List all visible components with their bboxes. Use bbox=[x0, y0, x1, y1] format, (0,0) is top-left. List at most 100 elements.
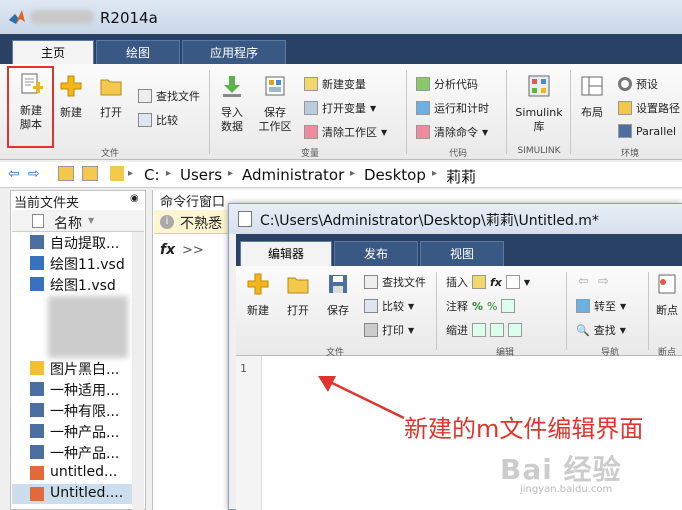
preferences-button[interactable]: 预设 bbox=[618, 76, 658, 92]
compare-button[interactable]: 比较 bbox=[138, 112, 178, 128]
breakpoint-button[interactable]: 断点 bbox=[652, 272, 682, 318]
folder-icon bbox=[618, 101, 632, 115]
save-ws-label-1: 保存 bbox=[264, 106, 286, 119]
run-time-button[interactable]: 运行和计时 bbox=[416, 100, 489, 116]
path-segment[interactable]: Users bbox=[180, 166, 222, 184]
editor-new-button[interactable]: 新建 bbox=[242, 272, 274, 318]
parallel-label: Parallel bbox=[636, 124, 677, 138]
group-divider bbox=[406, 70, 407, 154]
group-divider bbox=[436, 272, 437, 350]
forward-arrow-icon[interactable]: ⇨ bbox=[598, 274, 609, 289]
new-variable-icon bbox=[304, 77, 318, 91]
path-segment[interactable]: Desktop bbox=[364, 166, 426, 184]
set-path-button[interactable]: 设置路径 bbox=[618, 100, 680, 116]
goto-icon bbox=[576, 299, 590, 313]
back-arrow-icon[interactable]: ⇦ bbox=[8, 166, 20, 182]
editor-find-files-button[interactable]: 查找文件 bbox=[364, 274, 426, 290]
compare-label: 比较 bbox=[156, 114, 178, 127]
list-item[interactable]: 一种产品... bbox=[50, 422, 150, 442]
editor-save-button[interactable]: 保存 bbox=[322, 272, 354, 318]
clear-commands-label: 清除命令 bbox=[434, 126, 478, 139]
import-data-button[interactable]: 导入 数据 bbox=[216, 74, 248, 134]
open-variable-button[interactable]: 打开变量 ▼ bbox=[304, 100, 376, 116]
tab-home[interactable]: 主页 bbox=[12, 40, 94, 64]
command-prompt[interactable]: >> bbox=[182, 243, 204, 258]
clear-commands-button[interactable]: 清除命令 ▼ bbox=[416, 124, 488, 140]
back-arrow-icon[interactable]: ⇦ bbox=[578, 274, 589, 289]
panel-menu-icon[interactable]: ◉ bbox=[130, 193, 139, 204]
wrap-icon bbox=[501, 299, 516, 313]
list-item[interactable]: 图片黑白... bbox=[50, 359, 150, 379]
list-item[interactable]: 一种产品... bbox=[50, 443, 150, 463]
import-icon bbox=[223, 76, 241, 97]
forward-arrow-icon[interactable]: ⇨ bbox=[28, 166, 40, 182]
indent-label: 缩进 bbox=[446, 324, 468, 337]
list-item[interactable]: untitled... bbox=[50, 464, 150, 480]
path-segment[interactable]: Administrator bbox=[242, 166, 344, 184]
printer-icon bbox=[364, 323, 378, 337]
list-item[interactable]: 自动提取... bbox=[50, 233, 150, 253]
tab-plots[interactable]: 绘图 bbox=[96, 40, 180, 64]
info-icon: i bbox=[160, 215, 174, 229]
list-item[interactable]: 一种适用... bbox=[50, 380, 150, 400]
image-file-icon bbox=[30, 361, 44, 375]
path-segment[interactable]: 莉莉 bbox=[446, 166, 476, 187]
annotation-arrow bbox=[318, 376, 405, 420]
list-item[interactable]: 一种有限... bbox=[50, 401, 150, 421]
list-item[interactable]: 绘图1.vsd bbox=[50, 275, 150, 295]
chevron-down-icon: ▼ bbox=[408, 301, 415, 311]
analyze-icon bbox=[416, 77, 430, 91]
list-item[interactable]: 绘图11.vsd bbox=[50, 254, 150, 274]
save-workspace-button[interactable]: 保存 工作区 bbox=[256, 74, 294, 134]
insert-icon bbox=[472, 275, 486, 289]
find-button[interactable]: 🔍 查找 ▼ bbox=[576, 322, 626, 338]
editor-find-files-label: 查找文件 bbox=[382, 276, 426, 289]
tab-editor[interactable]: 编辑器 bbox=[240, 241, 332, 266]
column-name[interactable]: 名称 bbox=[54, 213, 82, 233]
new-button[interactable]: 新建 bbox=[56, 74, 86, 120]
editor-compare-label: 比较 bbox=[382, 300, 404, 313]
new-variable-button[interactable]: 新建变量 bbox=[304, 76, 366, 92]
goto-button[interactable]: 转至 ▼ bbox=[576, 298, 626, 314]
list-item[interactable]: Untitled.... bbox=[50, 485, 150, 501]
save-ws-label-2: 工作区 bbox=[258, 120, 292, 133]
uncomment-icon: % bbox=[487, 299, 498, 313]
indent-button[interactable]: 缩进 bbox=[446, 322, 522, 338]
up-folder-icon[interactable] bbox=[58, 166, 74, 181]
find-files-button[interactable]: 查找文件 bbox=[138, 88, 200, 104]
eraser-icon bbox=[304, 125, 318, 139]
function-icon bbox=[505, 275, 520, 289]
tab-publish[interactable]: 发布 bbox=[334, 241, 418, 266]
editor-print-button[interactable]: 打印 ▼ bbox=[364, 322, 414, 338]
editor-print-label: 打印 bbox=[382, 324, 404, 337]
browse-folder-icon[interactable] bbox=[82, 166, 98, 181]
insert-button[interactable]: 插入 fx ▼ bbox=[446, 274, 530, 290]
clear-workspace-button[interactable]: 清除工作区 ▼ bbox=[304, 124, 387, 140]
group-divider bbox=[506, 70, 507, 154]
command-window-title: 命令行窗口 bbox=[160, 195, 226, 210]
chevron-down-icon: ▼ bbox=[620, 301, 627, 311]
path-segment[interactable]: C: bbox=[144, 166, 160, 184]
group-divider bbox=[566, 272, 567, 350]
analyze-code-button[interactable]: 分析代码 bbox=[416, 76, 478, 92]
search-icon: 🔍 bbox=[576, 323, 590, 337]
simulink-button[interactable]: Simulink 库 bbox=[512, 74, 566, 134]
editor-open-button[interactable]: 打开 bbox=[282, 272, 314, 318]
line-number: 1 bbox=[240, 362, 247, 375]
line-gutter bbox=[236, 356, 262, 510]
compare-icon bbox=[138, 113, 152, 127]
fx-icon[interactable]: fx bbox=[160, 242, 175, 258]
comment-button[interactable]: 注释%% bbox=[446, 298, 516, 314]
tab-view[interactable]: 视图 bbox=[420, 241, 504, 266]
tab-apps[interactable]: 应用程序 bbox=[182, 40, 286, 64]
chevron-down-icon: ▼ bbox=[619, 325, 626, 335]
layout-button[interactable]: 布局 bbox=[576, 74, 608, 120]
editor-compare-button[interactable]: 比较 ▼ bbox=[364, 298, 414, 314]
chevron-down-icon: ▼ bbox=[523, 277, 531, 287]
doc-file-icon bbox=[30, 424, 44, 438]
window-title: R2014a bbox=[100, 9, 158, 27]
parallel-button[interactable]: Parallel bbox=[618, 124, 676, 138]
find-files-label: 查找文件 bbox=[156, 90, 200, 103]
open-button[interactable]: 打开 bbox=[96, 74, 126, 120]
plus-icon bbox=[247, 273, 269, 295]
